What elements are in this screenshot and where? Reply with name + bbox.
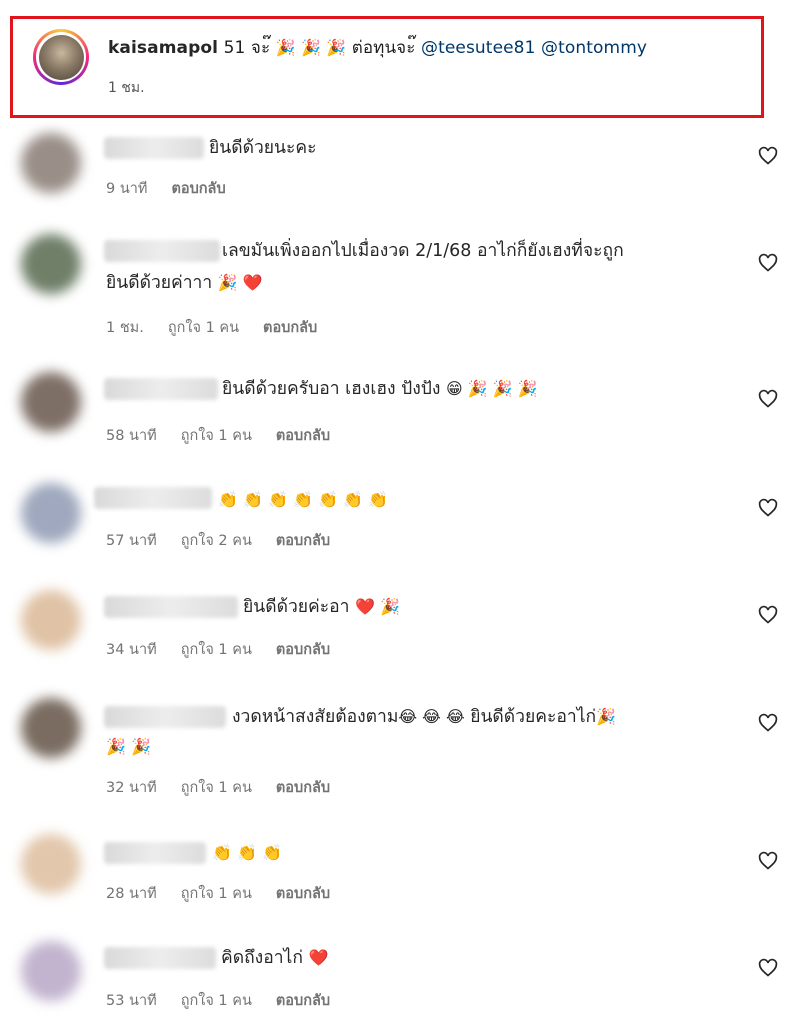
blurred-username [104, 240, 220, 262]
comment-text: คิดถึงอาไก่ [221, 948, 303, 968]
caption-body: 51 จะ๊ [223, 38, 271, 58]
caption-username[interactable]: kaisamapol [108, 38, 218, 58]
reply-button[interactable]: ตอบกลับ [276, 886, 330, 902]
heart-icon [758, 713, 778, 732]
avatar[interactable] [21, 483, 81, 543]
comment-text-line: 👏 👏 👏 [212, 838, 282, 868]
comment-meta: 34 นาที ถูกใจ 1 คน ตอบกลับ [106, 638, 354, 661]
comment-text-line: 👏 👏 👏 👏 👏 👏 👏 [218, 485, 388, 515]
likes-count[interactable]: ถูกใจ 1 คน [181, 993, 252, 1009]
comment-text: ยินดีด้วยนะคะ [209, 138, 317, 158]
comment-meta: 32 นาที ถูกใจ 1 คน ตอบกลับ [106, 776, 354, 799]
owner-avatar[interactable] [33, 29, 89, 85]
avatar[interactable] [21, 698, 81, 758]
likes-count[interactable]: ถูกใจ 1 คน [181, 642, 252, 658]
reply-button[interactable]: ตอบกลับ [276, 780, 330, 796]
highlighted-caption: kaisamapol 51 จะ๊ 🎉 🎉 🎉 ต่อทุนจะ๊ @teesu… [10, 16, 764, 118]
blurred-username [104, 842, 206, 864]
comment-meta: 28 นาที ถูกใจ 1 คน ตอบกลับ [106, 882, 354, 905]
comment-emojis: 😂 😂 😂 [398, 707, 465, 726]
comment-meta: 53 นาที ถูกใจ 1 คน ตอบกลับ [106, 989, 354, 1012]
heart-icon [758, 253, 778, 272]
owner-photo [38, 34, 84, 80]
comment-time: 53 นาที [106, 993, 157, 1009]
caption-timestamp: 1 ชม. [108, 80, 145, 96]
comment-time: 57 นาที [106, 533, 157, 549]
comment-text-line2: ยินดีด้วยค่าาา 🎉 ❤️ [106, 268, 263, 298]
avatar[interactable] [21, 234, 81, 294]
blurred-username [104, 596, 238, 618]
comment-meta: 57 นาที ถูกใจ 2 คน ตอบกลับ [106, 529, 354, 552]
reply-button[interactable]: ตอบกลับ [276, 993, 330, 1009]
comment-time: 34 นาที [106, 642, 157, 658]
heart-icon [758, 851, 778, 870]
comment-meta: 58 นาที ถูกใจ 1 คน ตอบกลับ [106, 424, 354, 447]
comment-time: 9 นาที [106, 181, 148, 197]
likes-count[interactable]: ถูกใจ 1 คน [168, 320, 239, 336]
comment-meta: 1 ชม. ถูกใจ 1 คน ตอบกลับ [106, 316, 341, 339]
comment-text-continued: ยินดีด้วยค่าาา [106, 273, 213, 293]
blurred-username [94, 487, 212, 509]
reply-button[interactable]: ตอบกลับ [171, 181, 225, 197]
comment-emojis: 🎉 🎉 [106, 737, 151, 756]
heart-icon [758, 958, 778, 977]
like-button[interactable] [757, 252, 779, 274]
comment-text-line2: 🎉 🎉 [106, 732, 151, 762]
comment-emojis: 👏 👏 👏 👏 👏 👏 👏 [218, 490, 388, 509]
likes-count[interactable]: ถูกใจ 1 คน [181, 886, 252, 902]
comment-text-line: งวดหน้าสงสัยต้องตาม😂 😂 😂 ยินดีด้วยคะอาไก… [232, 702, 616, 732]
comment-time: 32 นาที [106, 780, 157, 796]
comment-text-line: ยินดีด้วยครับอา เฮงเฮง ปังปัง 😁 🎉 🎉 🎉 [222, 374, 538, 404]
blurred-username [104, 137, 204, 159]
likes-count[interactable]: ถูกใจ 1 คน [181, 428, 252, 444]
blurred-username [104, 706, 226, 728]
mention-link[interactable]: @tontommy [541, 38, 647, 58]
comment-emojis: ❤️ [308, 948, 329, 967]
like-button[interactable] [757, 957, 779, 979]
avatar[interactable] [21, 941, 81, 1001]
like-button[interactable] [757, 850, 779, 872]
avatar[interactable] [21, 372, 81, 432]
reply-button[interactable]: ตอบกลับ [276, 642, 330, 658]
comment-emojis: 🎉 ❤️ [217, 273, 263, 292]
likes-count[interactable]: ถูกใจ 2 คน [181, 533, 252, 549]
mention-link[interactable]: @teesutee81 [421, 38, 536, 58]
comment-text: ยินดีด้วยครับอา เฮงเฮง ปังปัง [222, 379, 441, 399]
heart-icon [758, 146, 778, 165]
comment-meta: 9 นาที ตอบกลับ [106, 177, 250, 200]
comment-time: 1 ชม. [106, 320, 144, 336]
reply-button[interactable]: ตอบกลับ [276, 428, 330, 444]
avatar[interactable] [21, 590, 81, 650]
reply-button[interactable]: ตอบกลับ [276, 533, 330, 549]
like-button[interactable] [757, 497, 779, 519]
avatar[interactable] [21, 834, 81, 894]
comment-time: 28 นาที [106, 886, 157, 902]
comment-text: งวดหน้าสงสัยต้องตาม [232, 707, 399, 727]
comment-emojis: 😁 🎉 🎉 🎉 [446, 379, 538, 398]
comment-emojis: ❤️ 🎉 [355, 597, 400, 616]
reply-button[interactable]: ตอบกลับ [263, 320, 317, 336]
like-button[interactable] [757, 388, 779, 410]
comment-emojis: 🎉 [596, 707, 617, 726]
comment-text: เลขมันเพิ่งออกไปเมื่องวด 2/1/68 อาไก่ก็ย… [222, 241, 624, 261]
avatar[interactable] [21, 133, 81, 193]
comment-emojis: 👏 👏 👏 [212, 843, 282, 862]
blurred-username [104, 378, 218, 400]
comment-text-line: ยินดีด้วยค่ะอา ❤️ 🎉 [243, 592, 400, 622]
caption-text: kaisamapol 51 จะ๊ 🎉 🎉 🎉 ต่อทุนจะ๊ @teesu… [108, 34, 647, 61]
like-button[interactable] [757, 604, 779, 626]
comment-text-continued: ยินดีด้วยคะอาไก่ [470, 707, 597, 727]
heart-icon [758, 498, 778, 517]
like-button[interactable] [757, 712, 779, 734]
comment-text: ยินดีด้วยค่ะอา [243, 597, 350, 617]
caption-body-2: ต่อทุนจะ๊ [351, 38, 416, 58]
heart-icon [758, 605, 778, 624]
likes-count[interactable]: ถูกใจ 1 คน [181, 780, 252, 796]
comment-time: 58 นาที [106, 428, 157, 444]
heart-icon [758, 389, 778, 408]
comment-text-line: คิดถึงอาไก่ ❤️ [221, 943, 328, 973]
like-button[interactable] [757, 145, 779, 167]
caption-emojis: 🎉 🎉 🎉 [275, 38, 347, 57]
blurred-username [104, 947, 216, 969]
